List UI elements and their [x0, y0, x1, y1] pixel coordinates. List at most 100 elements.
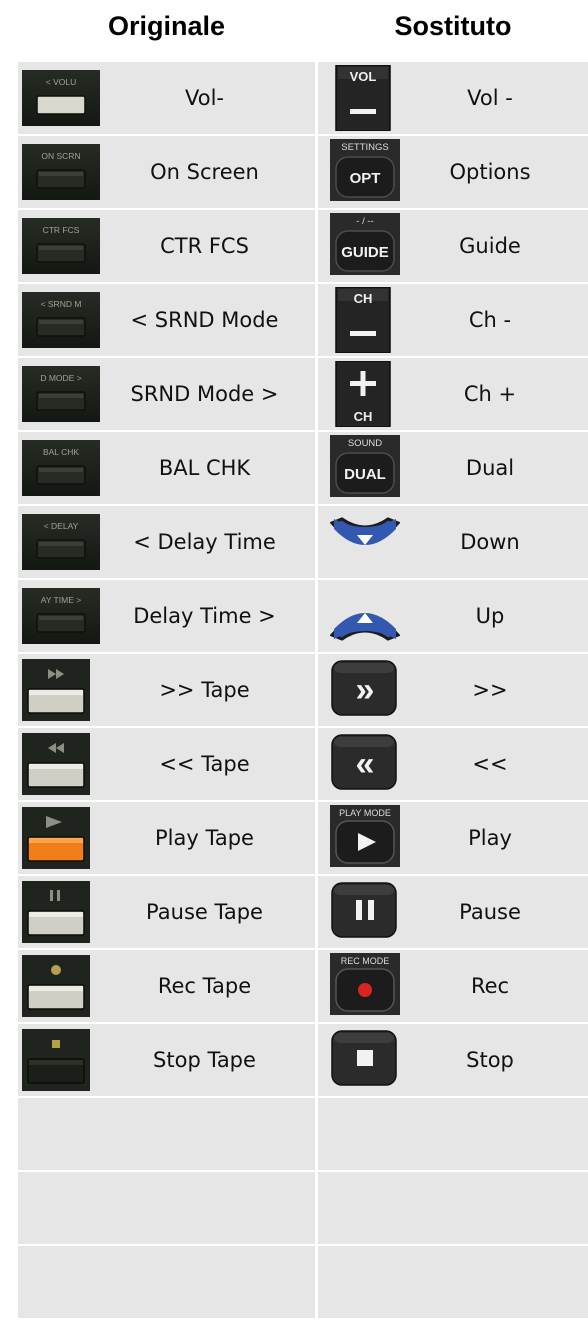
substitute-label: Vol -	[467, 86, 513, 110]
original-cell: ON SCRN On Screen	[18, 136, 315, 208]
mapping-table: < VOLU Vol- VOL Vol - ON SCRN On Screen SETTIN…	[18, 62, 588, 1320]
remote-up-arrow-button-icon	[330, 585, 400, 647]
original-cell: Play Tape	[18, 802, 315, 874]
icon-caption: DUAL	[344, 466, 386, 483]
table-row: AY TIME > Delay Time > Up	[18, 580, 588, 652]
substitute-cell: Down	[318, 506, 588, 578]
remote-ch-plus-button-icon: CH	[330, 361, 400, 427]
amp-rec-button-icon	[22, 955, 100, 1017]
amp-on-screen-button-icon: ON SCRN	[22, 144, 100, 200]
original-cell: < DELAY < Delay Time	[18, 506, 315, 578]
icon-caption: CTR FCS	[43, 225, 80, 235]
icon-caption: AY TIME >	[41, 595, 81, 605]
substitute-cell: SOUND DUAL Dual	[318, 432, 588, 504]
substitute-cell: - / -- GUIDE Guide	[318, 210, 588, 282]
original-label: << Tape	[159, 752, 250, 776]
table-row: CTR FCS CTR FCS - / -- GUIDE Guide	[18, 210, 588, 282]
amp-bal-chk-button-icon: BAL CHK	[22, 440, 100, 496]
amp-delay-left-button-icon: < DELAY	[22, 514, 100, 570]
table-row: Pause Tape Pause	[18, 876, 588, 948]
remote-opt-button-icon: SETTINGS OPT	[330, 139, 400, 203]
amp-ctr-fcs-button-icon: CTR FCS	[22, 218, 100, 274]
original-cell: < VOLU Vol-	[18, 62, 315, 134]
icon-caption: OPT	[350, 170, 381, 187]
substitute-label: Options	[449, 160, 531, 184]
column-header-originale: Originale	[107, 11, 226, 41]
icon-caption: GUIDE	[341, 244, 389, 261]
original-label: Delay Time >	[133, 604, 276, 628]
icon-caption: < VOLU	[46, 77, 76, 87]
original-label: BAL CHK	[158, 456, 251, 480]
original-cell	[18, 1246, 315, 1318]
icon-caption: SOUND	[348, 438, 382, 449]
original-label: Vol-	[185, 86, 224, 110]
amp-fast-forward-button-icon	[22, 659, 100, 721]
substitute-cell	[318, 1172, 588, 1244]
table-row: Stop Tape Stop	[18, 1024, 588, 1096]
icon-caption: PLAY MODE	[339, 808, 391, 818]
icon-caption: BAL CHK	[43, 447, 79, 457]
remote-guide-button-icon: - / -- GUIDE	[330, 213, 400, 277]
icon-caption: VOL	[350, 69, 377, 84]
remote-dual-button-icon: SOUND DUAL	[330, 435, 400, 499]
original-cell: < SRND M < SRND Mode	[18, 284, 315, 356]
table-row: D MODE > SRND Mode > CH Ch +	[18, 358, 588, 430]
icon-caption: < SRND M	[41, 299, 82, 309]
icon-caption: < DELAY	[44, 521, 79, 531]
remote-play-button-icon: PLAY MODE	[330, 805, 400, 869]
amp-rewind-button-icon	[22, 733, 100, 795]
icon-caption: REC MODE	[341, 956, 390, 966]
remote-vol-minus-button-icon: VOL	[330, 65, 400, 131]
substitute-cell: « <<	[318, 728, 588, 800]
original-label: On Screen	[150, 160, 259, 184]
original-label: >> Tape	[159, 678, 250, 702]
table-header: Originale Sostituto	[0, 0, 588, 62]
substitute-cell: » >>	[318, 654, 588, 726]
table-row: < SRND M < SRND Mode CH Ch -	[18, 284, 588, 356]
table-row: Rec Tape REC MODE Rec	[18, 950, 588, 1022]
icon-caption: CH	[354, 409, 373, 424]
table-row	[18, 1246, 588, 1318]
amp-pause-button-icon	[22, 881, 100, 943]
icon-caption: ON SCRN	[41, 151, 80, 161]
icon-caption: SETTINGS	[341, 142, 389, 153]
original-label: SRND Mode >	[130, 382, 279, 406]
substitute-cell: CH Ch +	[318, 358, 588, 430]
table-row: << Tape « <<	[18, 728, 588, 800]
original-cell	[18, 1172, 315, 1244]
amp-srnd-mode-left-button-icon: < SRND M	[22, 292, 100, 348]
remote-down-arrow-button-icon	[330, 511, 400, 573]
remote-rewind-button-icon: «	[330, 733, 400, 795]
original-cell: Stop Tape	[18, 1024, 315, 1096]
amp-delay-right-button-icon: AY TIME >	[22, 588, 100, 644]
icon-caption: «	[356, 745, 375, 783]
table-row	[18, 1098, 588, 1170]
remote-pause-button-icon	[330, 881, 400, 943]
remote-stop-button-icon	[330, 1029, 400, 1091]
table-row: >> Tape » >>	[18, 654, 588, 726]
substitute-cell: Stop	[318, 1024, 588, 1096]
table-row: ON SCRN On Screen SETTINGS OPT Options	[18, 136, 588, 208]
table-row: Play Tape PLAY MODE Play	[18, 802, 588, 874]
amp-vol-down-button-icon: < VOLU	[22, 70, 100, 126]
amp-srnd-mode-right-button-icon: D MODE >	[22, 366, 100, 422]
icon-caption: D MODE >	[40, 373, 81, 383]
original-cell: D MODE > SRND Mode >	[18, 358, 315, 430]
icon-caption: - / --	[356, 216, 373, 227]
substitute-label: <<	[472, 752, 508, 776]
substitute-label: >>	[472, 678, 508, 702]
original-cell: << Tape	[18, 728, 315, 800]
substitute-cell: VOL Vol -	[318, 62, 588, 134]
substitute-cell: PLAY MODE Play	[318, 802, 588, 874]
original-cell: AY TIME > Delay Time >	[18, 580, 315, 652]
substitute-label: Rec	[470, 974, 510, 998]
original-cell: >> Tape	[18, 654, 315, 726]
original-label: < Delay Time	[133, 530, 276, 554]
substitute-label: Guide	[459, 234, 521, 258]
substitute-label: Down	[460, 530, 520, 554]
remote-rec-button-icon: REC MODE	[330, 953, 400, 1017]
amp-stop-button-icon	[22, 1029, 100, 1091]
substitute-cell: REC MODE Rec	[318, 950, 588, 1022]
table-row: BAL CHK BAL CHK SOUND DUAL Dual	[18, 432, 588, 504]
substitute-label: Ch +	[463, 382, 517, 406]
